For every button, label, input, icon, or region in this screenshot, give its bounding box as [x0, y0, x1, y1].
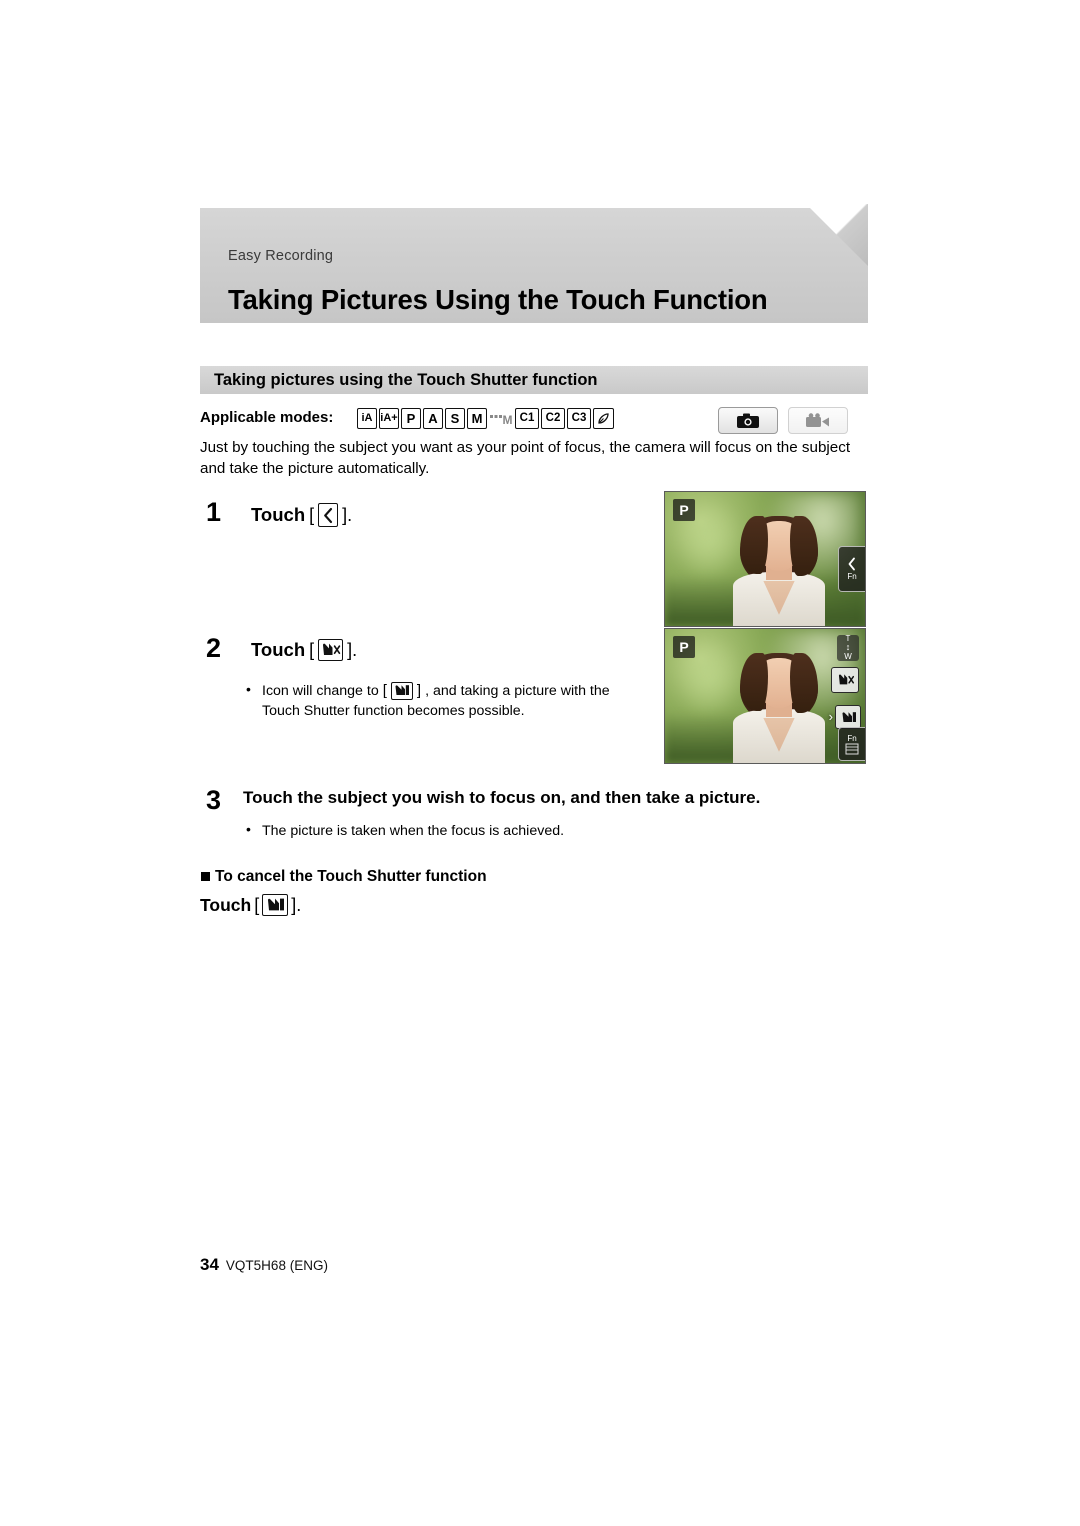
mode-icon-m: M: [467, 408, 487, 429]
cancel-touch-instruction: Touch [ ].: [200, 894, 301, 916]
step-2-bullet-line2: Touch Shutter function becomes possible.: [262, 703, 525, 719]
step-3-number: 3: [206, 785, 222, 815]
touch-shutter-on-icon: [262, 894, 289, 916]
touch-shutter-on-icon: [842, 711, 856, 722]
mode-target-pills: [718, 407, 848, 434]
osd-fn-label: Fn: [847, 572, 857, 581]
touch-shutter-off-icon: [318, 639, 344, 661]
subject-hair-right: [790, 515, 818, 577]
step-1-instruction: Touch [ ].: [251, 503, 352, 527]
bracket-open: [: [382, 682, 387, 699]
mode-icon-c3: C3: [567, 408, 591, 429]
osd-mode-badge: P: [673, 499, 695, 521]
bracket-open: [: [254, 894, 260, 915]
camera-screen-step1: P Fn: [664, 491, 866, 627]
step-3-bullet: The picture is taken when the focus is a…: [262, 823, 565, 839]
manual-page: Easy Recording Taking Pictures Using the…: [0, 0, 1080, 1526]
bracket-close: ].: [291, 894, 302, 915]
bullet-marker: •: [246, 681, 251, 697]
video-camera-icon: [806, 412, 829, 427]
camera-screen-step2: P T ↕ W › Fn: [664, 628, 866, 764]
bracket-close: ].: [347, 639, 358, 660]
svg-text:M: M: [503, 413, 513, 427]
chapter-eyebrow: Easy Recording: [228, 248, 334, 264]
osd-zoom-indicator[interactable]: T ↕ W: [837, 634, 859, 661]
touch-shutter-off-icon: [838, 674, 854, 685]
subject-hair-right: [790, 652, 818, 714]
subject-hair-left: [740, 515, 768, 575]
applicable-modes-row: Applicable modes: iA iA+ P A S M M C1 C2…: [200, 407, 868, 434]
mode-icon-c2: C2: [541, 408, 565, 429]
bracket-close: ].: [342, 504, 353, 525]
subject-hair-left: [740, 652, 768, 712]
osd-touch-tab[interactable]: Fn: [838, 546, 865, 592]
bullet-marker: •: [246, 821, 251, 837]
mode-icon-a: A: [423, 408, 443, 429]
mode-icon-c1: C1: [515, 408, 539, 429]
touch-tab-arrow-icon: [318, 503, 339, 527]
photo-mode-pill: [718, 407, 778, 434]
camera-icon: [737, 413, 759, 428]
cancel-section-heading: To cancel the Touch Shutter function: [215, 868, 487, 885]
mode-icon-list: iA iA+ P A S M M C1 C2 C3: [357, 408, 614, 429]
osd-fn-label: Fn: [847, 734, 857, 743]
osd-expand-arrow-icon[interactable]: ›: [829, 709, 833, 724]
step-1-label: Touch: [251, 504, 306, 525]
osd-menu-icon: [845, 743, 859, 755]
creative-video-mode-icon: M: [489, 411, 513, 427]
section-title: Taking pictures using the Touch Shutter …: [214, 371, 598, 389]
cancel-touch-label: Touch: [200, 894, 252, 915]
osd-zoom-wide-label: W: [844, 651, 852, 661]
step-2-number: 2: [206, 633, 222, 663]
page-number: 34: [200, 1255, 219, 1274]
document-code: VQT5H68 (ENG): [225, 1258, 328, 1273]
photo-subject: [733, 650, 825, 763]
osd-touch-shutter-button[interactable]: [831, 667, 859, 693]
mode-icon-s: S: [445, 408, 465, 429]
step-2-bullet-line1: Icon will change to [ ] , and taking a p…: [262, 680, 662, 701]
bullet-text-pre: Icon will change to: [262, 682, 379, 699]
step-3-instruction: Touch the subject you wish to focus on, …: [243, 788, 761, 807]
mode-icon-p: P: [401, 408, 421, 429]
page-title: Taking Pictures Using the Touch Function: [228, 284, 768, 315]
mode-icon-creative-control: [593, 408, 614, 429]
osd-mode-badge: P: [673, 636, 695, 658]
mode-icon-ia: iA: [357, 408, 377, 429]
bracket-open: [: [309, 639, 315, 660]
applicable-modes-label: Applicable modes:: [200, 409, 334, 426]
video-mode-pill: [788, 407, 848, 434]
touch-shutter-on-icon: [390, 681, 413, 700]
square-bullet-marker: [201, 872, 210, 881]
mode-icon-ia-plus: iA+: [379, 408, 399, 429]
bracket-close: ]: [416, 682, 422, 699]
osd-touch-ae-button[interactable]: [835, 705, 861, 729]
photo-subject: [733, 513, 825, 626]
intro-paragraph: Just by touching the subject you want as…: [200, 439, 851, 477]
left-arrow-tab-icon: [848, 557, 855, 571]
bullet-text-post: , and taking a picture with the: [425, 682, 610, 699]
osd-fn-tab[interactable]: Fn: [838, 727, 865, 761]
page-footer: 34 VQT5H68 (ENG): [200, 1255, 328, 1275]
step-1-number: 1: [206, 497, 222, 527]
step-2-instruction: Touch [ ].: [251, 639, 357, 661]
step-2-label: Touch: [251, 639, 306, 660]
bracket-open: [: [309, 504, 315, 525]
